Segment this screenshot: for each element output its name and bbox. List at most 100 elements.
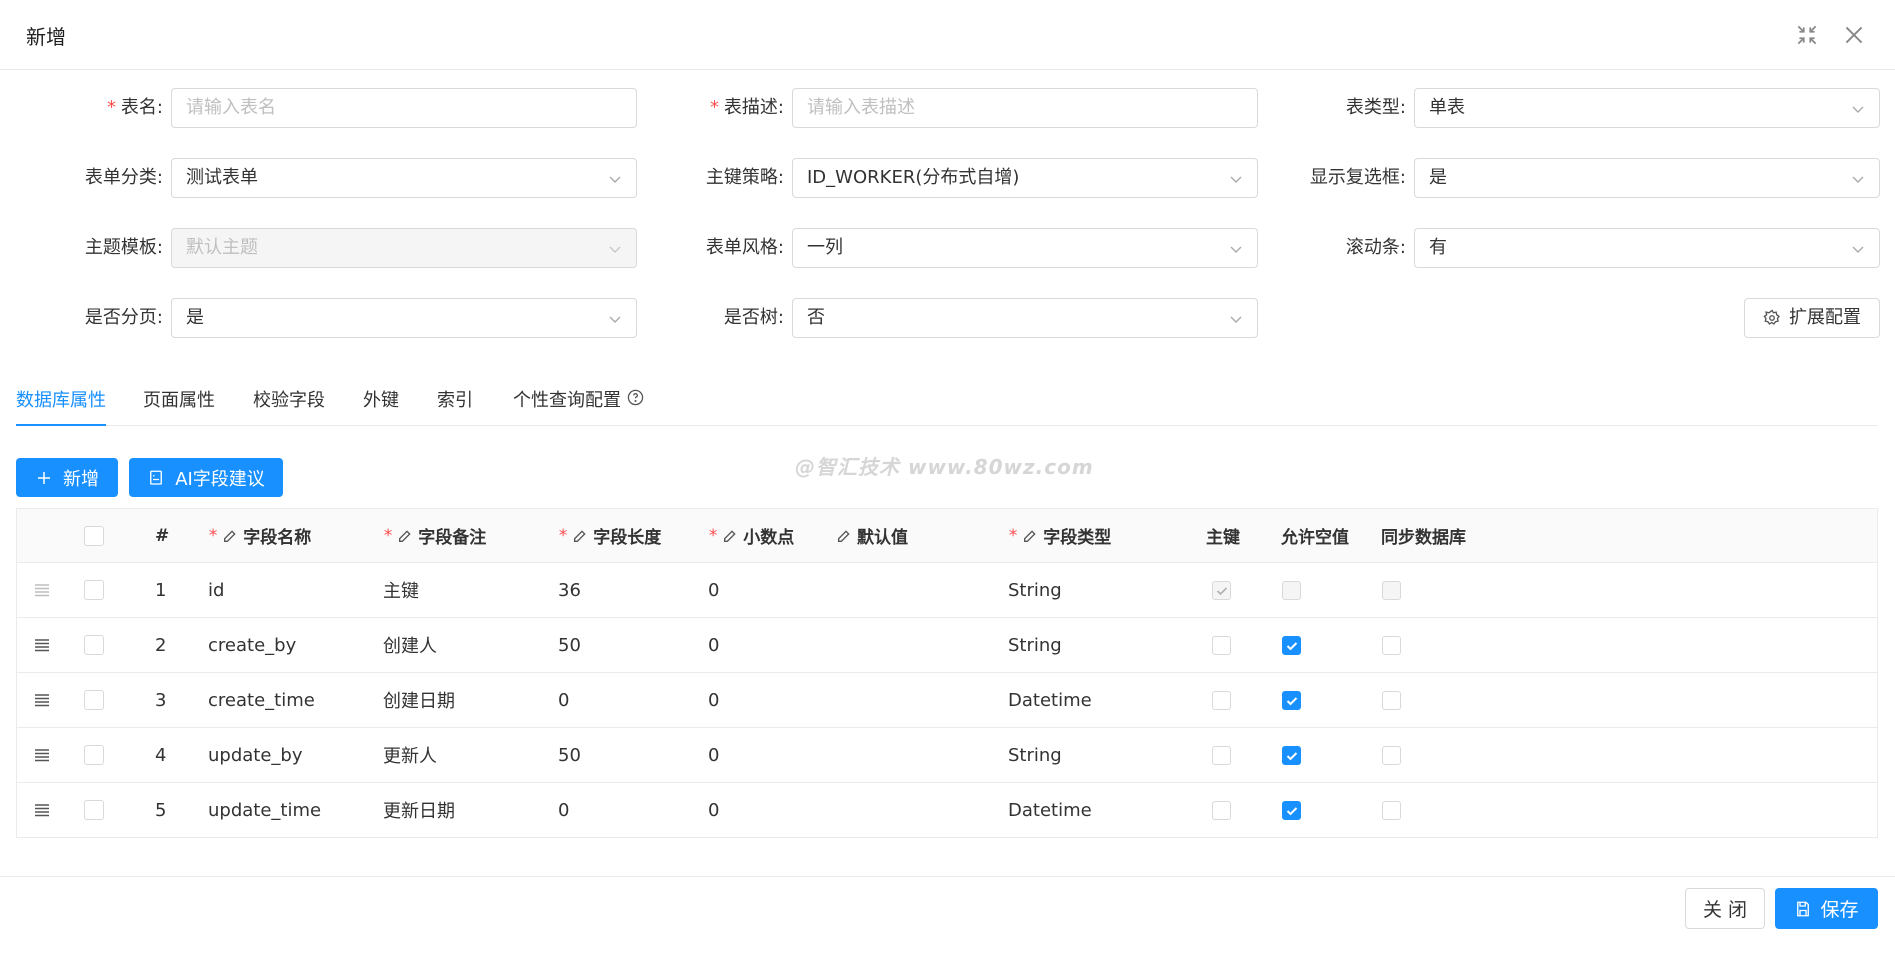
row-field-name[interactable]: create_by	[208, 618, 296, 672]
primary-key-checkbox[interactable]	[1212, 690, 1231, 710]
row-pk-cell	[1212, 728, 1231, 782]
tab-custom-query[interactable]: 个性查询配置	[513, 386, 644, 426]
row-field-type[interactable]: Datetime	[1008, 673, 1092, 727]
header-default-value: 默认值	[836, 509, 908, 562]
row-checkbox[interactable]	[84, 800, 104, 820]
row-field-remark[interactable]: 更新日期	[383, 783, 455, 837]
table-row[interactable]: 1 id 主键 36 0 String	[17, 563, 1877, 618]
row-decimal[interactable]: 0	[708, 618, 719, 672]
row-field-name[interactable]: id	[208, 563, 224, 617]
form-style-select[interactable]: 一列	[792, 228, 1258, 268]
is-tree-select[interactable]: 否	[792, 298, 1258, 338]
table-row[interactable]: 5 update_time 更新日期 0 0 Datetime	[17, 783, 1877, 838]
add-field-button[interactable]: 新增	[16, 458, 118, 497]
row-field-length[interactable]: 36	[558, 563, 581, 617]
table-row[interactable]: 4 update_by 更新人 50 0 String	[17, 728, 1877, 783]
row-field-type[interactable]: String	[1008, 618, 1062, 672]
row-field-type[interactable]: Datetime	[1008, 783, 1092, 837]
header-field-name: * 字段名称	[208, 509, 311, 562]
nullable-checkbox[interactable]	[1282, 745, 1301, 765]
row-decimal[interactable]: 0	[708, 673, 719, 727]
drag-handle-icon[interactable]	[34, 693, 50, 707]
row-field-length[interactable]: 50	[558, 618, 581, 672]
nullable-checkbox[interactable]	[1282, 800, 1301, 820]
row-checkbox[interactable]	[84, 580, 104, 600]
drag-handle-icon[interactable]	[34, 583, 50, 597]
scrollbar-label: 滚动条:	[1345, 237, 1406, 258]
row-field-type[interactable]: String	[1008, 563, 1062, 617]
form-row-4: 是否分页: 是 是否树: 否 扩展配置	[0, 298, 1895, 338]
row-pk-cell	[1212, 563, 1231, 617]
fullscreen-icon[interactable]	[1794, 22, 1820, 48]
table-name-input[interactable]: 请输入表名	[171, 88, 637, 128]
primary-key-checkbox[interactable]	[1212, 745, 1231, 765]
row-sync-cell	[1382, 618, 1401, 672]
nullable-checkbox[interactable]	[1282, 635, 1301, 655]
close-button[interactable]: 关 闭	[1685, 888, 1765, 929]
tab-validation-fields[interactable]: 校验字段	[253, 386, 325, 426]
row-field-remark[interactable]: 创建日期	[383, 673, 455, 727]
select-value: 否	[807, 307, 825, 328]
tab-db-properties[interactable]: 数据库属性	[16, 386, 106, 426]
row-field-name[interactable]: update_by	[208, 728, 303, 782]
select-all-checkbox[interactable]	[84, 525, 104, 546]
row-field-length[interactable]: 50	[558, 728, 581, 782]
row-field-remark[interactable]: 更新人	[383, 728, 437, 782]
drag-handle-icon[interactable]	[34, 638, 50, 652]
sync-db-checkbox[interactable]	[1382, 690, 1401, 710]
scrollbar-select[interactable]: 有	[1414, 228, 1880, 268]
save-button[interactable]: 保存	[1775, 888, 1878, 929]
drag-handle-cell	[34, 728, 50, 782]
sync-db-checkbox[interactable]	[1382, 800, 1401, 820]
tab-index[interactable]: 索引	[437, 386, 473, 426]
row-field-length[interactable]: 0	[558, 783, 569, 837]
row-checkbox[interactable]	[84, 635, 104, 655]
table-type-select[interactable]: 单表	[1414, 88, 1880, 128]
row-field-name[interactable]: update_time	[208, 783, 321, 837]
required-mark: *	[708, 525, 719, 546]
chevron-down-icon	[1230, 316, 1242, 323]
edit-icon	[224, 529, 236, 542]
row-decimal[interactable]: 0	[708, 728, 719, 782]
close-icon[interactable]	[1841, 22, 1867, 48]
drag-handle-icon[interactable]	[34, 748, 50, 762]
ext-config-label: 扩展配置	[1789, 307, 1861, 328]
chevron-down-icon	[1852, 106, 1864, 113]
sync-db-checkbox[interactable]	[1382, 745, 1401, 765]
ai-suggest-button[interactable]: AI字段建议	[129, 458, 283, 497]
row-decimal[interactable]: 0	[708, 563, 719, 617]
sync-db-checkbox[interactable]	[1382, 635, 1401, 655]
form-category-select[interactable]: 测试表单	[171, 158, 637, 198]
table-row[interactable]: 3 create_time 创建日期 0 0 Datetime	[17, 673, 1877, 728]
ai-suggest-label: AI字段建议	[175, 468, 265, 490]
primary-key-checkbox[interactable]	[1212, 635, 1231, 655]
tab-foreign-key[interactable]: 外键	[363, 386, 399, 426]
row-field-type[interactable]: String	[1008, 728, 1062, 782]
label-text: 表类型	[1345, 97, 1400, 118]
row-decimal[interactable]: 0	[708, 783, 719, 837]
row-select-cell	[84, 618, 104, 672]
primary-key-checkbox[interactable]	[1212, 800, 1231, 820]
row-checkbox[interactable]	[84, 690, 104, 710]
row-checkbox[interactable]	[84, 745, 104, 765]
ext-config-button[interactable]: 扩展配置	[1744, 298, 1880, 338]
drag-handle-icon[interactable]	[34, 803, 50, 817]
row-sync-cell	[1382, 563, 1401, 617]
save-icon	[1797, 901, 1810, 916]
row-field-remark[interactable]: 创建人	[383, 618, 437, 672]
paging-select[interactable]: 是	[171, 298, 637, 338]
paging-label: 是否分页:	[84, 307, 163, 328]
table-row[interactable]: 2 create_by 创建人 50 0 String	[17, 618, 1877, 673]
nullable-checkbox[interactable]	[1282, 690, 1301, 710]
header-index: #	[155, 525, 170, 546]
row-field-remark[interactable]: 主键	[383, 563, 419, 617]
row-field-length[interactable]: 0	[558, 673, 569, 727]
form-style-field: 表单风格: 一列	[706, 228, 1258, 268]
show-checkbox-select[interactable]: 是	[1414, 158, 1880, 198]
chevron-down-icon	[609, 246, 621, 253]
row-field-name[interactable]: create_time	[208, 673, 315, 727]
pk-strategy-select[interactable]: ID_WORKER(分布式自增)	[792, 158, 1258, 198]
required-mark: *	[106, 97, 117, 118]
tab-page-properties[interactable]: 页面属性	[143, 386, 215, 426]
table-desc-input[interactable]: 请输入表描述	[792, 88, 1258, 128]
